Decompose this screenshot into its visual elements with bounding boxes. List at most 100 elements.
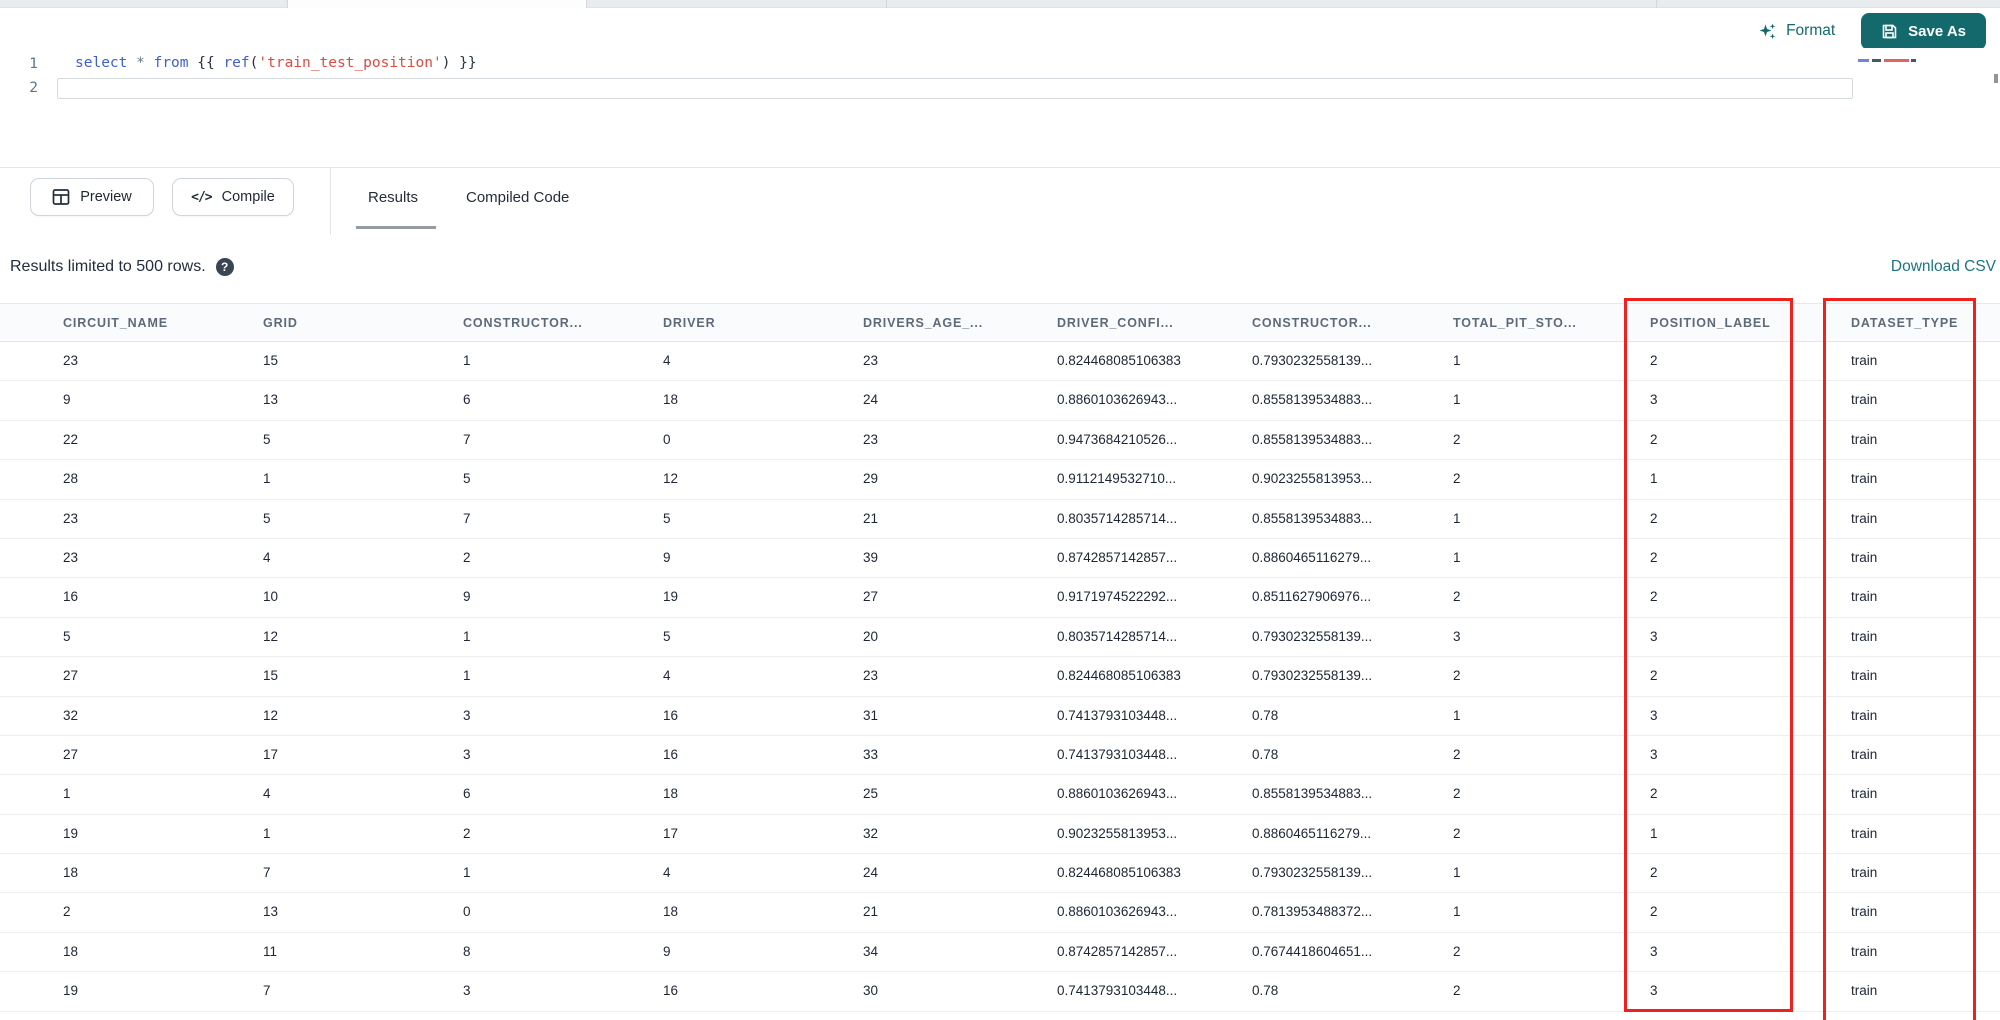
table-cell: 2 (1650, 353, 1658, 368)
table-cell: 0.8860103626943... (1057, 786, 1178, 802)
tab-compiled-code[interactable]: Compiled Code (466, 168, 569, 226)
column-header: DATASET_TYPE (1851, 316, 1959, 330)
table-cell: 16 (663, 746, 679, 762)
table-cell: 24 (863, 392, 879, 408)
table-cell: 32 (63, 707, 79, 723)
tab-results[interactable]: Results (368, 168, 418, 226)
table-cell: 31 (863, 707, 879, 723)
help-icon[interactable]: ? (215, 257, 234, 276)
table-cell: 0.9171974522292... (1057, 589, 1178, 605)
table-cell: train (1851, 549, 1878, 565)
table-row: 19 1 2 17 32 0.9023255813953... 0.886046511627… (0, 814, 2000, 855)
table-cell: 11 (263, 943, 278, 959)
table-cell: train (1851, 707, 1878, 723)
table-cell: 0.7413793103448... (1057, 707, 1178, 723)
table-cell: 0.9023255813953... (1252, 471, 1373, 487)
table-cell: 4 (663, 353, 671, 368)
table-cell: 1 (463, 668, 471, 684)
table-cell: 3 (463, 707, 471, 723)
download-csv-link[interactable]: Download CSV (1891, 250, 1996, 283)
table-cell: 2 (63, 904, 71, 920)
table-cell: 39 (863, 549, 879, 565)
compile-label: Compile (221, 189, 275, 205)
table-cell: 17 (663, 825, 679, 841)
table-cell: 3 (1650, 707, 1658, 723)
table-cell: train (1851, 865, 1878, 881)
editor-scrollbar[interactable] (1994, 74, 1998, 83)
table-cell: train (1851, 825, 1878, 841)
table-cell: 18 (663, 904, 679, 920)
table-cell: 27 (63, 668, 79, 684)
column-header: POSITION_LABEL (1650, 316, 1771, 330)
table-cell: 0.9023255813953... (1057, 825, 1178, 841)
table-row: 18 7 1 4 24 0.824468085106383 0.7930232558139.… (0, 854, 2000, 894)
compile-button[interactable]: </> Compile (172, 178, 294, 216)
table-cell: 19 (663, 589, 679, 605)
table-cell: 1 (1453, 549, 1461, 565)
preview-button[interactable]: Preview (30, 178, 154, 216)
table-cell: 17 (263, 746, 279, 762)
table-cell: 4 (263, 786, 271, 802)
table-cell: 2 (1650, 865, 1658, 881)
table-cell: 2 (1453, 746, 1461, 762)
table-cell: 1 (1453, 707, 1461, 723)
table-cell: 33 (863, 746, 879, 762)
cursor-line-highlight[interactable] (57, 78, 1853, 99)
table-cell: 19 (63, 825, 79, 841)
format-button[interactable]: Format (1758, 22, 1835, 41)
table-cell: 1 (1650, 825, 1658, 841)
ide-screen: Format Save As 1 select * from {{ ref('t… (0, 0, 2000, 1020)
table-cell: 0.8742857142857... (1057, 943, 1178, 959)
table-cell: 15 (263, 353, 279, 368)
table-cell: 9 (663, 943, 671, 959)
editor-minimap[interactable] (1855, 48, 1997, 167)
save-as-button[interactable]: Save As (1861, 12, 1986, 50)
table-cell: 13 (263, 392, 279, 408)
table-cell: 20 (863, 628, 879, 644)
table-cell: 3 (1650, 392, 1658, 408)
table-cell: 0.8860103626943... (1057, 392, 1178, 408)
table-cell: 23 (63, 353, 79, 368)
file-tab-strip[interactable] (0, 0, 2000, 8)
table-cell: 0.78 (1252, 746, 1279, 762)
column-header: CIRCUIT_NAME (63, 316, 168, 330)
table-cell: 1 (1453, 510, 1461, 526)
table-cell: 2 (1453, 589, 1461, 605)
table-cell: 24 (863, 865, 879, 881)
table-cell: train (1851, 668, 1878, 684)
table-cell: 12 (663, 471, 679, 487)
table-cell: 18 (663, 786, 679, 802)
table-cell: 3 (1650, 628, 1658, 644)
table-cell: 0.7930232558139... (1252, 628, 1373, 644)
column-header: GRID (263, 316, 298, 330)
table-cell: 23 (63, 510, 79, 526)
table-cell: 13 (263, 904, 279, 920)
table-cell: 2 (1650, 549, 1658, 565)
table-cell: 0 (663, 431, 671, 447)
sql-editor[interactable]: Format Save As 1 select * from {{ ref('t… (0, 8, 2000, 167)
table-cell: 0 (463, 904, 471, 920)
table-cell: 5 (63, 628, 71, 644)
table-cell: train (1851, 431, 1878, 447)
table-cell: train (1851, 471, 1878, 487)
table-row: 18 11 8 9 34 0.8742857142857... 0.767441860465… (0, 932, 2000, 973)
table-cell: 3 (1650, 746, 1658, 762)
table-cell: 23 (863, 668, 879, 684)
preview-label: Preview (80, 189, 132, 205)
table-cell: 2 (1453, 431, 1461, 447)
table-header-row: CIRCUIT_NAME GRID CONSTRUCTOR... DRIVER DRIV… (0, 303, 2000, 342)
table-cell: 2 (1453, 786, 1461, 802)
table-cell: 21 (863, 510, 879, 526)
table-cell: 4 (663, 668, 671, 684)
table-cell: 3 (1650, 943, 1658, 959)
table-body: 23 15 1 4 23 0.824468085106383 0.7930232558139… (0, 342, 2000, 1012)
tab-divider (886, 0, 887, 8)
active-file-tab[interactable] (287, 0, 587, 8)
table-row: 27 15 1 4 23 0.824468085106383 0.7930232558139… (0, 657, 2000, 697)
table-row: 23 5 7 5 21 0.8035714285714... 0.8558139534883… (0, 499, 2000, 539)
table-cell: 21 (863, 904, 879, 920)
table-cell: 16 (663, 983, 679, 999)
table-cell: 1 (463, 353, 471, 368)
column-header: CONSTRUCTOR... (1252, 316, 1372, 330)
code-line-1[interactable]: select * from {{ ref('train_test_positio… (75, 55, 477, 71)
